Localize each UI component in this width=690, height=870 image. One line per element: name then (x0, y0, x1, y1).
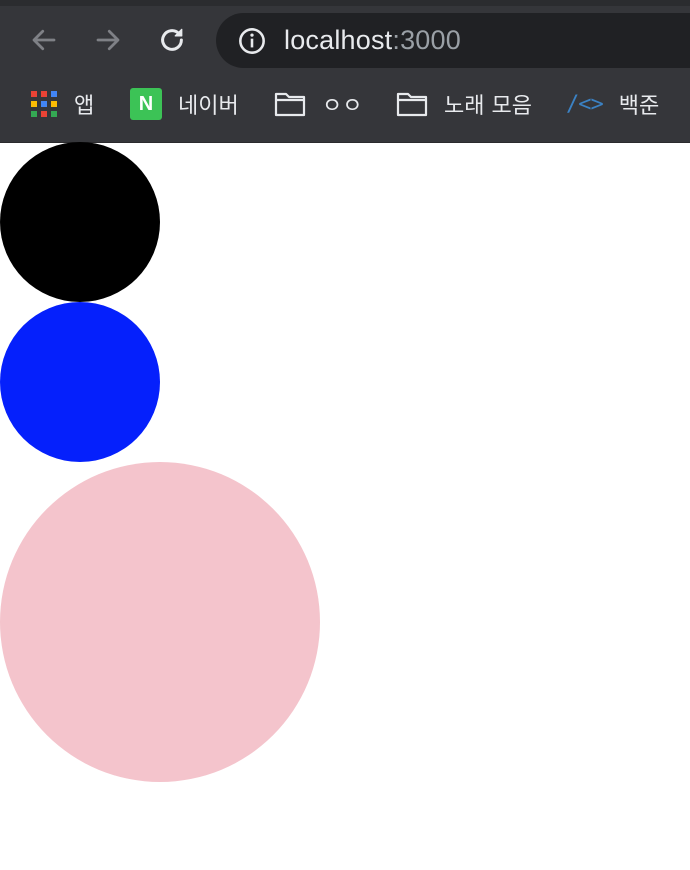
url-text[interactable]: localhost:3000 (284, 26, 461, 54)
bookmark-folder-oo[interactable]: ㅇㅇ (274, 82, 362, 126)
url-host: localhost (284, 25, 393, 55)
address-bar[interactable]: localhost:3000 (216, 13, 690, 68)
bookmark-label: 네이버 (178, 94, 239, 119)
code-brackets-icon: /<> (566, 91, 604, 117)
bookmark-baekjoon[interactable]: /<> 백준 (566, 82, 659, 126)
blue-circle (0, 302, 160, 462)
browser-chrome: localhost:3000 앱 N 네이버 ㅇㅇ 노래 모음 /<> 백준 (0, 0, 690, 143)
folder-icon (274, 92, 306, 117)
bookmark-label: 앱 (74, 94, 95, 119)
reload-icon (161, 28, 183, 51)
bookmark-label: 백준 (618, 94, 660, 119)
tab-strip (0, 0, 690, 6)
apps-grid-icon (31, 91, 57, 117)
arrow-left-icon (32, 29, 56, 51)
reload-button[interactable] (154, 22, 190, 58)
back-button[interactable] (26, 22, 62, 58)
bookmark-naver[interactable]: N 네이버 (130, 82, 239, 126)
bookmark-label: 노래 모음 (444, 94, 532, 119)
naver-icon: N (130, 88, 162, 120)
folder-icon (396, 92, 428, 117)
forward-button[interactable] (90, 22, 126, 58)
arrow-right-icon (96, 29, 120, 51)
bookmarks-bar: 앱 N 네이버 ㅇㅇ 노래 모음 /<> 백준 (0, 82, 690, 126)
black-circle (0, 142, 160, 302)
info-icon[interactable] (238, 27, 266, 55)
url-port: :3000 (392, 25, 461, 55)
pink-circle (0, 462, 320, 782)
bookmark-apps[interactable]: 앱 (30, 82, 94, 126)
bookmark-label: ㅇㅇ (322, 94, 363, 119)
bookmark-folder-songs[interactable]: 노래 모음 (396, 82, 532, 126)
